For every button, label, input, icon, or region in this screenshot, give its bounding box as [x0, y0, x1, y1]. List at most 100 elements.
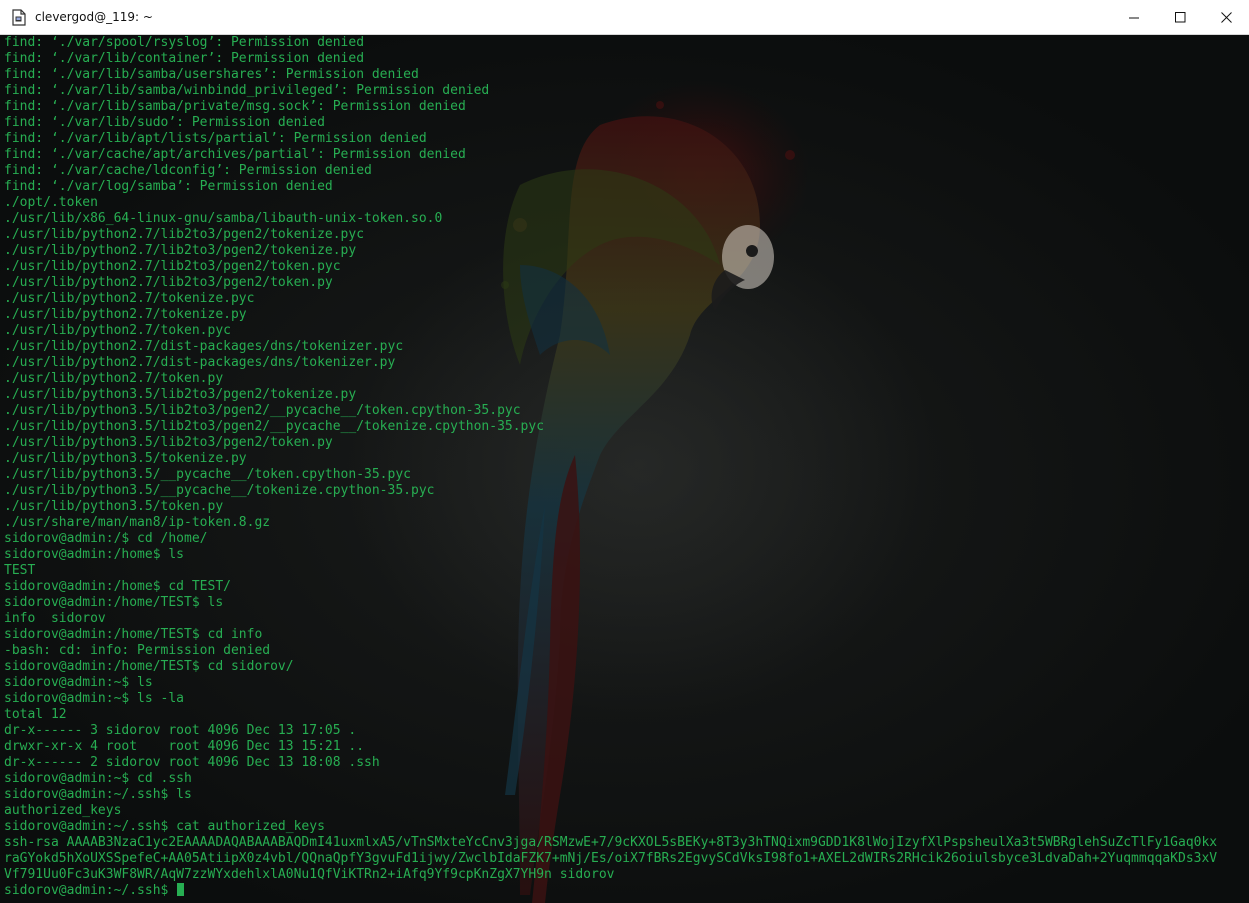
terminal-line-text: sidorov@admin:/home$ ls	[4, 547, 185, 562]
title-bar[interactable]: clevergod@_119: ~	[0, 0, 1249, 35]
terminal-line-text: raGYokd5hXoUXSSpefeC+AA05AtiipX0z4vbl/QQ…	[4, 851, 1218, 866]
terminal-line: ./usr/lib/python3.5/lib2to3/pgen2/__pyca…	[4, 403, 1249, 419]
terminal-line-text: ./usr/lib/python3.5/lib2to3/pgen2/token.…	[4, 435, 333, 450]
terminal-line-text: ./opt/.token	[4, 195, 98, 210]
terminal-line-text: ./usr/lib/python2.7/token.py	[4, 371, 224, 386]
terminal-line-text: total 12	[4, 707, 67, 722]
terminal-line-text: sidorov@admin:~/.ssh$	[4, 883, 177, 898]
terminal-line: drwxr-xr-x 4 root root 4096 Dec 13 15:21…	[4, 739, 1249, 755]
terminal-line-text: sidorov@admin:/home$ cd TEST/	[4, 579, 231, 594]
terminal-line-text: ./usr/lib/python2.7/lib2to3/pgen2/token.…	[4, 259, 341, 274]
terminal-line: find: ‘./var/lib/samba/private/msg.sock’…	[4, 99, 1249, 115]
terminal-line-text: TEST	[4, 563, 36, 578]
terminal-line: ssh-rsa AAAAB3NzaC1yc2EAAAADAQABAAABAQDm…	[4, 835, 1249, 851]
terminal-line-text: Vf791Uu0Fc3uK3WF8WR/AqW7zzWYxdehlxlA0Nu1…	[4, 867, 615, 882]
terminal-line-text: ./usr/lib/python2.7/tokenize.pyc	[4, 291, 255, 306]
terminal-line: sidorov@admin:/home/TEST$ ls	[4, 595, 1249, 611]
terminal-line: sidorov@admin:~/.ssh$ cat authorized_key…	[4, 819, 1249, 835]
terminal-line-text: sidorov@admin:/home/TEST$ cd sidorov/	[4, 659, 294, 674]
terminal-line-text: ./usr/lib/x86_64-linux-gnu/samba/libauth…	[4, 211, 443, 226]
terminal-line: ./usr/lib/python3.5/tokenize.py	[4, 451, 1249, 467]
close-icon	[1221, 12, 1232, 23]
terminal-line-text: sidorov@admin:/home/TEST$ ls	[4, 595, 224, 610]
terminal-line: ./usr/lib/python3.5/lib2to3/pgen2/token.…	[4, 435, 1249, 451]
terminal-line-text: find: ‘./var/spool/rsyslog’: Permission …	[4, 35, 365, 50]
terminal-line-text: ./usr/lib/python3.5/lib2to3/pgen2/__pyca…	[4, 403, 521, 418]
terminal-line: ./usr/lib/python2.7/tokenize.pyc	[4, 291, 1249, 307]
terminal-line: ./usr/lib/python2.7/tokenize.py	[4, 307, 1249, 323]
terminal-line-text: info sidorov	[4, 611, 106, 626]
terminal-line: ./usr/lib/python2.7/lib2to3/pgen2/tokeni…	[4, 243, 1249, 259]
minimize-button[interactable]	[1111, 0, 1157, 34]
terminal-line-text: ./usr/lib/python2.7/tokenize.py	[4, 307, 247, 322]
terminal-line-text: ./usr/lib/python3.5/tokenize.py	[4, 451, 247, 466]
terminal-line-text: authorized_keys	[4, 803, 122, 818]
terminal-line: ./usr/share/man/man8/ip-token.8.gz	[4, 515, 1249, 531]
terminal-line: find: ‘./var/lib/apt/lists/partial’: Per…	[4, 131, 1249, 147]
terminal-line-text: -bash: cd: info: Permission denied	[4, 643, 271, 658]
terminal-line: dr-x------ 2 sidorov root 4096 Dec 13 18…	[4, 755, 1249, 771]
terminal-line: sidorov@admin:~$ ls	[4, 675, 1249, 691]
terminal-line-text: ./usr/lib/python3.5/lib2to3/pgen2/tokeni…	[4, 387, 357, 402]
terminal-line-text: sidorov@admin:~/.ssh$ cat authorized_key…	[4, 819, 325, 834]
maximize-icon	[1175, 12, 1186, 23]
terminal-line: sidorov@admin:~$ ls -la	[4, 691, 1249, 707]
putty-document-icon[interactable]	[12, 9, 26, 26]
terminal-window: clevergod@_119: ~ find: ‘./var/spool/rsy…	[0, 0, 1249, 903]
minimize-icon	[1129, 17, 1139, 19]
terminal-line-text: ./usr/lib/python2.7/lib2to3/pgen2/tokeni…	[4, 243, 357, 258]
terminal-line-text: find: ‘./var/log/samba’: Permission deni…	[4, 179, 333, 194]
terminal-line: info sidorov	[4, 611, 1249, 627]
terminal-line: ./usr/lib/x86_64-linux-gnu/samba/libauth…	[4, 211, 1249, 227]
terminal-cursor	[177, 883, 185, 896]
terminal-line-text: sidorov@admin:~$ cd .ssh	[4, 771, 192, 786]
terminal-line-text: ./usr/lib/python3.5/lib2to3/pgen2/__pyca…	[4, 419, 545, 434]
terminal-line: find: ‘./var/lib/container’: Permission …	[4, 51, 1249, 67]
terminal-line: authorized_keys	[4, 803, 1249, 819]
terminal-line: find: ‘./var/lib/sudo’: Permission denie…	[4, 115, 1249, 131]
terminal-line: find: ‘./var/lib/samba/winbindd_privileg…	[4, 83, 1249, 99]
terminal-line-text: find: ‘./var/lib/samba/private/msg.sock’…	[4, 99, 466, 114]
terminal-line-text: ./usr/lib/python3.5/__pycache__/tokenize…	[4, 483, 435, 498]
terminal-line: sidorov@admin:/home$ cd TEST/	[4, 579, 1249, 595]
terminal-line-text: find: ‘./var/lib/apt/lists/partial’: Per…	[4, 131, 427, 146]
terminal-line-text: ./usr/lib/python2.7/dist-packages/dns/to…	[4, 339, 404, 354]
terminal-line-text: sidorov@admin:~$ ls -la	[4, 691, 185, 706]
terminal-line: ./usr/lib/python2.7/dist-packages/dns/to…	[4, 339, 1249, 355]
terminal-line: ./usr/lib/python3.5/__pycache__/tokenize…	[4, 483, 1249, 499]
terminal-line: raGYokd5hXoUXSSpefeC+AA05AtiipX0z4vbl/QQ…	[4, 851, 1249, 867]
terminal-line-text: find: ‘./var/lib/samba/winbindd_privileg…	[4, 83, 490, 98]
terminal-line: ./opt/.token	[4, 195, 1249, 211]
terminal-line: TEST	[4, 563, 1249, 579]
terminal-line: ./usr/lib/python2.7/token.py	[4, 371, 1249, 387]
terminal-line: Vf791Uu0Fc3uK3WF8WR/AqW7zzWYxdehlxlA0Nu1…	[4, 867, 1249, 883]
terminal-line: ./usr/lib/python2.7/lib2to3/pgen2/token.…	[4, 275, 1249, 291]
terminal-lines: find: ‘./var/spool/rsyslog’: Permission …	[4, 35, 1249, 899]
terminal-line: sidorov@admin:~/.ssh$	[4, 883, 1249, 899]
terminal-line: ./usr/lib/python3.5/token.py	[4, 499, 1249, 515]
terminal-line: ./usr/lib/python2.7/lib2to3/pgen2/tokeni…	[4, 227, 1249, 243]
terminal-line-text: ./usr/lib/python2.7/dist-packages/dns/to…	[4, 355, 396, 370]
terminal-line-text: find: ‘./var/lib/container’: Permission …	[4, 51, 365, 66]
terminal-line: find: ‘./var/log/samba’: Permission deni…	[4, 179, 1249, 195]
terminal-line-text: ./usr/lib/python3.5/token.py	[4, 499, 224, 514]
terminal-line-text: find: ‘./var/lib/sudo’: Permission denie…	[4, 115, 325, 130]
terminal-line: sidorov@admin:/home/TEST$ cd info	[4, 627, 1249, 643]
terminal-line: total 12	[4, 707, 1249, 723]
terminal-output-area[interactable]: find: ‘./var/spool/rsyslog’: Permission …	[0, 35, 1249, 903]
terminal-line-text: drwxr-xr-x 4 root root 4096 Dec 13 15:21…	[4, 739, 365, 754]
terminal-line: ./usr/lib/python3.5/lib2to3/pgen2/__pyca…	[4, 419, 1249, 435]
terminal-line: ./usr/lib/python3.5/__pycache__/token.cp…	[4, 467, 1249, 483]
terminal-line-text: find: ‘./var/lib/samba/usershares’: Perm…	[4, 67, 419, 82]
terminal-line-text: ./usr/lib/python3.5/__pycache__/token.cp…	[4, 467, 411, 482]
close-button[interactable]	[1203, 0, 1249, 34]
terminal-line-text: ssh-rsa AAAAB3NzaC1yc2EAAAADAQABAAABAQDm…	[4, 835, 1218, 850]
terminal-line-text: ./usr/lib/python2.7/lib2to3/pgen2/token.…	[4, 275, 333, 290]
terminal-line: ./usr/lib/python2.7/dist-packages/dns/to…	[4, 355, 1249, 371]
terminal-line-text: sidorov@admin:~/.ssh$ ls	[4, 787, 192, 802]
terminal-line-text: find: ‘./var/cache/ldconfig’: Permission…	[4, 163, 372, 178]
maximize-button[interactable]	[1157, 0, 1203, 34]
terminal-line: sidorov@admin:~/.ssh$ ls	[4, 787, 1249, 803]
terminal-line: find: ‘./var/lib/samba/usershares’: Perm…	[4, 67, 1249, 83]
terminal-line-text: sidorov@admin:/$ cd /home/	[4, 531, 208, 546]
